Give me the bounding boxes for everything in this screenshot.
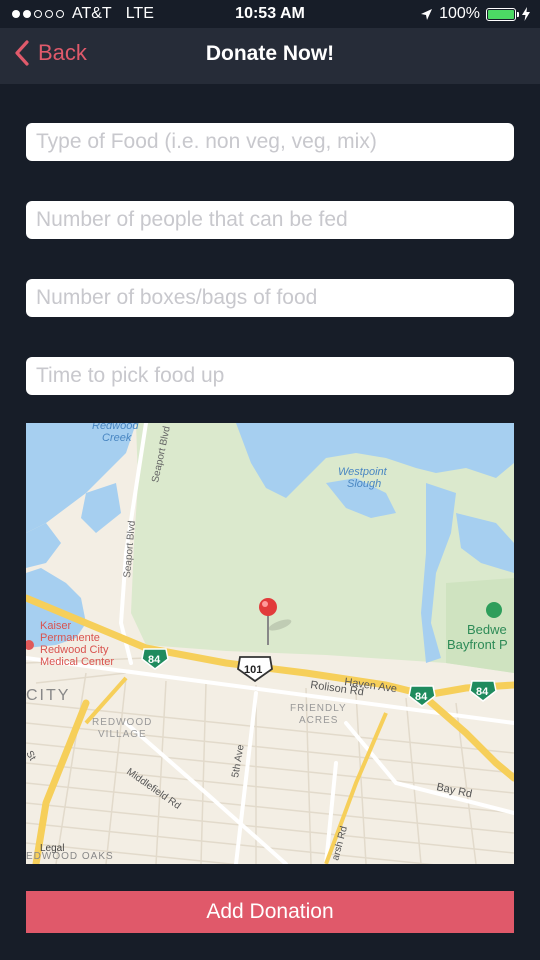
map-canvas: Redwood Creek Seaport Blvd Seaport Blvd … [26,423,514,864]
back-button[interactable]: Back [14,40,87,66]
battery-icon [486,7,519,21]
map-label-westpoint: Westpoint [338,466,388,478]
status-bar: AT&T LTE 10:53 AM 100% [0,0,540,28]
back-label: Back [38,40,87,65]
map-label-slough: Slough [347,478,381,490]
boxes-count-input[interactable] [26,279,514,317]
map-label-redwood-creek-2: Creek [102,432,132,444]
map-label-redwood-village-1: REDWOOD [92,717,152,728]
battery-percent: 100% [439,5,480,22]
park-icon [486,602,502,618]
svg-text:101: 101 [244,664,262,676]
map-label-bedwell-2: Bayfront P [447,637,508,652]
svg-text:84: 84 [148,654,161,666]
map-label-bedwell-1: Bedwe [467,622,507,637]
map-label-kaiser-2: Permanente [40,632,100,644]
svg-text:84: 84 [415,691,428,703]
people-count-input[interactable] [26,201,514,239]
navigation-bar: Back Donate Now! [0,28,540,84]
chevron-left-icon [15,40,29,66]
charging-icon [522,7,530,21]
map-label-kaiser-1: Kaiser [40,620,72,632]
svg-text:84: 84 [476,686,489,698]
map-label-redwood-village-2: VILLAGE [98,729,147,740]
map-view[interactable]: Redwood Creek Seaport Blvd Seaport Blvd … [26,423,514,864]
food-type-input[interactable] [26,123,514,161]
pickup-time-input[interactable] [26,357,514,395]
map-label-city: CITY [26,687,70,704]
status-right: 100% [420,5,530,23]
map-label-kaiser-4: Medical Center [40,656,114,668]
map-label-redwood-oaks: EDWOOD OAKS [26,851,114,862]
map-label-kaiser-3: Redwood City [40,644,109,656]
add-donation-button[interactable]: Add Donation [26,891,514,933]
location-arrow-icon [421,8,433,20]
map-label-friendly: FRIENDLY [290,703,347,714]
map-label-redwood-creek: Redwood [92,423,139,432]
map-label-acres: ACRES [299,715,338,726]
